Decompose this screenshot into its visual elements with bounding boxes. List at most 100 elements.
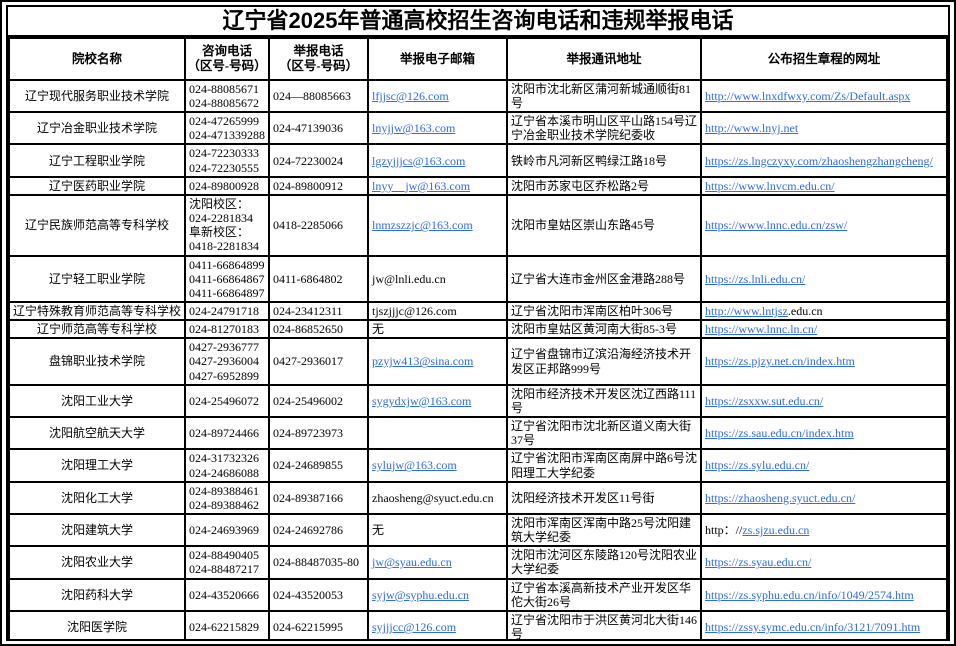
website-link[interactable]: https://zs.sylu.edu.cn/ (705, 458, 809, 472)
consult-phone-line: 024-47265999 (189, 114, 265, 128)
website-link[interactable]: https://zs.sau.edu.cn/index.htm (705, 426, 854, 440)
website-cell: https://zs.syphu.edu.cn/info/1049/2574.h… (701, 579, 947, 611)
website-link[interactable]: https://zsxxw.sut.edu.cn/ (705, 394, 823, 408)
report-phone-cell: 024-86852650 (269, 320, 368, 338)
email-link[interactable]: syjw@syphu.edu.cn (372, 588, 469, 602)
report-email-cell: tjszjjjc@126.com (368, 302, 507, 320)
consult-phone-cell: 024-88085671024-88085672 (185, 80, 269, 112)
report-email-cell: syjjjcc@126.com (368, 611, 507, 641)
website-link[interactable]: http://www.lnyj.net (705, 121, 798, 135)
website-link[interactable]: https://www.lnvcm.edu.cn/ (705, 179, 835, 193)
consult-phone-line: 024-43520666 (189, 588, 265, 602)
institution-name: 辽宁工程职业学院 (9, 144, 185, 176)
table-row: 沈阳建筑大学024-24693969024-24692786无沈阳市浑南区浑南中… (9, 514, 947, 546)
institution-name: 沈阳农业大学 (9, 546, 185, 578)
website-link[interactable]: https://www.lnnc.ln.cn/ (705, 322, 817, 336)
website-cell: https://zs.sylu.edu.cn/ (701, 449, 947, 481)
table-row: 沈阳药科大学 024-43520666 024-43520053 syjw@syphu… (9, 579, 947, 611)
email-link[interactable]: sylujw@163.com (372, 458, 457, 472)
website-link[interactable]: https://zs.lngczyxy.com/zhaoshengzhangch… (705, 154, 933, 168)
table-row: 辽宁工程职业学院024-72230333024-72230555024-7223… (9, 144, 947, 176)
website-link[interactable]: https://zssy.symc.edu.cn/info/3121/7091.… (705, 620, 920, 634)
report-email-cell: lfjjsc@126.com (368, 80, 507, 112)
email-link[interactable]: sygydxjw@163.com (372, 394, 471, 408)
consult-phone-cell: 024-89724466 (185, 417, 269, 449)
report-phone-cell: 024-89723973 (269, 417, 368, 449)
website-cell: https://zssy.symc.edu.cn/info/3121/7091.… (701, 611, 947, 641)
website-cell: http://www.lnxdfwxy.com/Zs/Default.aspx (701, 80, 947, 112)
consult-phone-cell: 024-89388461024-89388462 (185, 482, 269, 514)
institution-name: 辽宁冶金职业技术学院 (9, 112, 185, 144)
report-email-cell: lgzyjjjcs@163.com (368, 144, 507, 176)
website-link[interactable]: https://zs.syphu.edu.cn/info/1049/2574.h… (705, 588, 914, 602)
institution-name: 辽宁特殊教育师范高等专科学校 (9, 302, 185, 320)
website-cell: https://zs.lngczyxy.com/zhaoshengzhangch… (701, 144, 947, 176)
report-email-cell (368, 417, 507, 449)
consult-phone-line: 024-31732326 (189, 451, 265, 465)
consult-phone-line: 0427-2936004 (189, 354, 265, 368)
consult-phone-cell: 024-24791718 (185, 302, 269, 320)
table-row: 沈阳化工大学024-89388461024-89388462024-893871… (9, 482, 947, 514)
institution-name: 沈阳工业大学 (9, 385, 185, 417)
report-phone-cell: 024-23412311 (269, 302, 368, 320)
column-header-report-email: 举报电子邮箱 (368, 38, 507, 80)
page-title: 辽宁省2025年普通高校招生咨询电话和违规举报电话 (8, 7, 948, 37)
consult-phone-line: 024-88487217 (189, 562, 265, 576)
website-link[interactable]: https://zs.syau.edu.cn/ (705, 555, 811, 569)
consult-phone-line: 024-25496072 (189, 394, 265, 408)
report-phone-cell: 024—88085663 (269, 80, 368, 112)
header-row: 院校名称 咨询电话 （区号-号码） 举报电话 （区号-号码） 举报电子邮箱 举报… (9, 38, 947, 80)
consult-phone-cell: 024-62215829 (185, 611, 269, 641)
consult-phone-cell: 024-89800928 (185, 177, 269, 195)
institution-name: 沈阳药科大学 (9, 579, 185, 611)
report-phone-cell: 024-24692786 (269, 514, 368, 546)
report-phone-cell: 0411-6864802 (269, 256, 368, 302)
website-link[interactable]: https://zhaosheng.syuct.edu.cn/ (705, 491, 855, 505)
website-link[interactable]: zs.sjzu.edu.cn (742, 523, 809, 537)
email-link[interactable]: lnmzszzjc@163.com (372, 218, 473, 232)
institution-name: 沈阳医学院 (9, 611, 185, 641)
website-cell: https://zs.lnli.edu.cn/ (701, 256, 947, 302)
report-email-cell: lnyjjw@163.com (368, 112, 507, 144)
email-link[interactable]: lnyy__jw@163.com (372, 179, 470, 193)
report-email-cell: lnmzszzjc@163.com (368, 195, 507, 256)
report-address-cell: 辽宁省沈阳市浑南区南屏中路6号沈阳理工大学纪委 (507, 449, 701, 481)
website-cell: https://zhaosheng.syuct.edu.cn/ (701, 482, 947, 514)
report-phone-cell: 024-24689855 (269, 449, 368, 481)
consult-phone-line: 024-88085671 (189, 82, 265, 96)
consult-phone-cell: 024-43520666 (185, 579, 269, 611)
report-phone-cell: 024-43520053 (269, 579, 368, 611)
email-link[interactable]: lgzyjjjcs@163.com (372, 154, 465, 168)
email-link[interactable]: syjjjcc@126.com (372, 620, 456, 634)
consult-phone-line: 024-62215829 (189, 620, 265, 634)
consult-phone-line: 0411-66864899 (189, 258, 265, 272)
report-phone-cell: 024-89387166 (269, 482, 368, 514)
website-cell: https://www.lnnc.ln.cn/ (701, 320, 947, 338)
report-address-cell: 辽宁省本溪高新技术产业开发区华佗大街26号 (507, 579, 701, 611)
table-row: 辽宁冶金职业技术学院 024-47265999024-471339288 024-4… (9, 112, 947, 144)
email-link[interactable]: lnyjjw@163.com (372, 121, 455, 135)
email-text: tjszjjjc@126.com (372, 304, 457, 318)
website-link[interactable]: https://www.lnnc.edu.cn/zsw/ (705, 218, 847, 232)
website-link[interactable]: https://zs.lnli.edu.cn/ (705, 272, 805, 286)
report-email-cell: jw@lnli.edu.cn (368, 256, 507, 302)
report-address-cell: 辽宁省沈阳市于洪区黄河北大街146号 (507, 611, 701, 641)
email-link[interactable]: pzyjw413@sina.com (372, 354, 473, 368)
website-link[interactable]: http://www.lntjsz (705, 304, 788, 318)
report-email-cell: 无 (368, 320, 507, 338)
email-link[interactable]: lfjjsc@126.com (372, 89, 449, 103)
table-row: 盘锦职业技术学院0427-29367770427-29360040427-695… (9, 338, 947, 384)
website-cell: https://www.lnvcm.edu.cn/ (701, 177, 947, 195)
consult-phone-cell: 024-88490405024-88487217 (185, 546, 269, 578)
report-phone-cell: 024-47139036 (269, 112, 368, 144)
consult-phone-cell: 024-81270183 (185, 320, 269, 338)
report-address-cell: 铁岭市凡河新区鸭绿江路18号 (507, 144, 701, 176)
table-row: 辽宁轻工职业学院0411-668648990411-668648670411-6… (9, 256, 947, 302)
consult-phone-line: 024-471339288 (189, 128, 265, 142)
website-link[interactable]: https://zs.pjzy.net.cn/index.htm (705, 354, 855, 368)
email-link[interactable]: jw@syau.edu.cn (372, 555, 452, 569)
report-phone-cell: 024-72230024 (269, 144, 368, 176)
report-address-cell: 沈阳市经济技术开发区沈辽西路111号 (507, 385, 701, 417)
website-link[interactable]: http://www.lnxdfwxy.com/Zs/Default.aspx (705, 89, 910, 103)
report-email-cell: zhaosheng@syuct.edu.cn (368, 482, 507, 514)
